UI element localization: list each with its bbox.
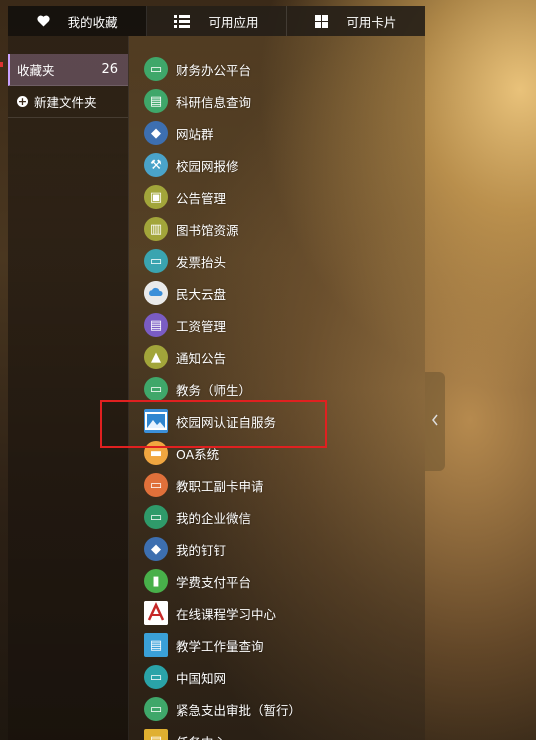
app-label: 校园网认证自服务	[176, 414, 277, 430]
folder-sidebar: 收藏夹 26 + 新建文件夹	[8, 36, 129, 740]
tab-label: 我的收藏	[67, 14, 118, 30]
new-folder-label: 新建文件夹	[34, 95, 97, 110]
teaching-icon: ▭	[144, 377, 168, 401]
app-label: OA系统	[176, 446, 220, 462]
app-item[interactable]: ▭ 教职工副卡申请	[144, 469, 301, 501]
favorites-panel: 我的收藏 可用应用 可用卡片 收藏夹 26 + 新建文件夹 ▭ 财务办公平台 ▤ 科研…	[8, 6, 425, 740]
app-item[interactable]: ▤ 任务中心	[144, 725, 301, 740]
cnki-icon: ▭	[144, 665, 168, 689]
finance-icon: ▭	[144, 57, 168, 81]
app-item[interactable]: 民大云盘	[144, 277, 301, 309]
app-item[interactable]: ▲ 通知公告	[144, 341, 301, 373]
chevron-left-icon	[431, 414, 439, 429]
tab-label: 可用应用	[208, 14, 259, 30]
app-list-area: ▭ 财务办公平台 ▤ 科研信息查询 ◆ 网站群 ⚒ 校园网报修 ▣ 公告管理 ▥ 图书馆资源 ▭ 发票抬头…	[129, 36, 425, 740]
research-icon: ▤	[144, 89, 168, 113]
app-label: 校园网报修	[176, 158, 239, 174]
app-item[interactable]: 校园网认证自服务	[144, 405, 301, 437]
app-label: 任务中心	[176, 732, 226, 740]
app-item[interactable]: ⚒ 校园网报修	[144, 149, 301, 181]
app-label: 科研信息查询	[176, 94, 252, 110]
app-label: 紧急支出审批（暂行）	[176, 702, 302, 718]
sidebar-item-favorites[interactable]: 收藏夹 26	[8, 54, 128, 86]
dingtalk-icon: ◆	[144, 537, 168, 561]
app-item[interactable]: ▭ 中国知网	[144, 661, 301, 693]
books-icon: ▥	[144, 217, 168, 241]
tab-my-favorites[interactable]: 我的收藏	[8, 6, 148, 36]
monitor-icon: ▭	[144, 249, 168, 273]
app-label: 教学工作量查询	[176, 638, 264, 654]
app-label: 中国知网	[176, 670, 227, 686]
grid-icon	[315, 14, 329, 28]
app-item[interactable]: ▭ 教务（师生）	[144, 373, 301, 405]
sidebar-item-label: 收藏夹	[17, 63, 55, 78]
new-folder-button[interactable]: + 新建文件夹	[8, 86, 128, 118]
app-item[interactable]: ◆ 网站群	[144, 117, 301, 149]
tab-available-apps[interactable]: 可用应用	[147, 6, 287, 36]
heart-icon	[37, 15, 50, 27]
app-item[interactable]: ▭ 我的企业微信	[144, 501, 301, 533]
document-icon: ▤	[144, 633, 168, 657]
app-label: 学费支付平台	[176, 574, 252, 590]
cloud-icon	[144, 281, 168, 305]
app-item[interactable]: ▮ 学费支付平台	[144, 565, 301, 597]
app-item[interactable]: ▣ 公告管理	[144, 181, 301, 213]
app-item[interactable]: ▭ 紧急支出审批（暂行）	[144, 693, 301, 725]
collapse-handle[interactable]	[425, 372, 445, 471]
app-item[interactable]: 在线课程学习中心	[144, 597, 301, 629]
app-label: 网站群	[176, 126, 214, 142]
payment-icon: ▮	[144, 569, 168, 593]
app-item[interactable]: ▬ OA系统	[144, 437, 301, 469]
repair-icon: ⚒	[144, 153, 168, 177]
app-item[interactable]: ◆ 我的钉钉	[144, 533, 301, 565]
list-icon	[174, 14, 191, 28]
app-label: 在线课程学习中心	[176, 606, 277, 622]
app-label: 教务（师生）	[176, 382, 252, 398]
app-label: 公告管理	[176, 190, 227, 206]
app-label: 财务办公平台	[176, 62, 252, 78]
wechat-work-icon: ▭	[144, 505, 168, 529]
app-item[interactable]: ▭ 财务办公平台	[144, 53, 301, 85]
app-label: 图书馆资源	[176, 222, 239, 238]
app-label: 教职工副卡申请	[176, 478, 264, 494]
app-label: 发票抬头	[176, 254, 227, 270]
edge-marker	[0, 62, 3, 67]
oa-icon: ▬	[144, 441, 168, 465]
tab-bar: 我的收藏 可用应用 可用卡片	[8, 6, 425, 36]
favorites-count: 26	[101, 62, 118, 77]
cube-icon: ◆	[144, 121, 168, 145]
app-label: 通知公告	[176, 350, 227, 366]
app-item[interactable]: ▤ 教学工作量查询	[144, 629, 301, 661]
approval-icon: ▭	[144, 697, 168, 721]
course-icon	[144, 601, 168, 625]
app-item[interactable]: ▭ 发票抬头	[144, 245, 301, 277]
app-item[interactable]: ▤ 工资管理	[144, 309, 301, 341]
app-label: 民大云盘	[176, 286, 227, 302]
app-list: ▭ 财务办公平台 ▤ 科研信息查询 ◆ 网站群 ⚒ 校园网报修 ▣ 公告管理 ▥ 图书馆资源 ▭ 发票抬头…	[144, 53, 301, 740]
image-icon	[144, 409, 168, 433]
card-icon: ▭	[144, 473, 168, 497]
plus-icon: +	[17, 95, 28, 108]
wallet-icon: ▤	[144, 313, 168, 337]
app-item[interactable]: ▥ 图书馆资源	[144, 213, 301, 245]
tab-label: 可用卡片	[346, 14, 397, 30]
tab-available-cards[interactable]: 可用卡片	[287, 6, 425, 36]
task-icon: ▤	[144, 729, 168, 740]
board-icon: ▣	[144, 185, 168, 209]
notice-icon: ▲	[144, 345, 168, 369]
app-label: 工资管理	[176, 318, 227, 334]
app-item[interactable]: ▤ 科研信息查询	[144, 85, 301, 117]
app-label: 我的钉钉	[176, 542, 227, 558]
app-label: 我的企业微信	[176, 510, 252, 526]
